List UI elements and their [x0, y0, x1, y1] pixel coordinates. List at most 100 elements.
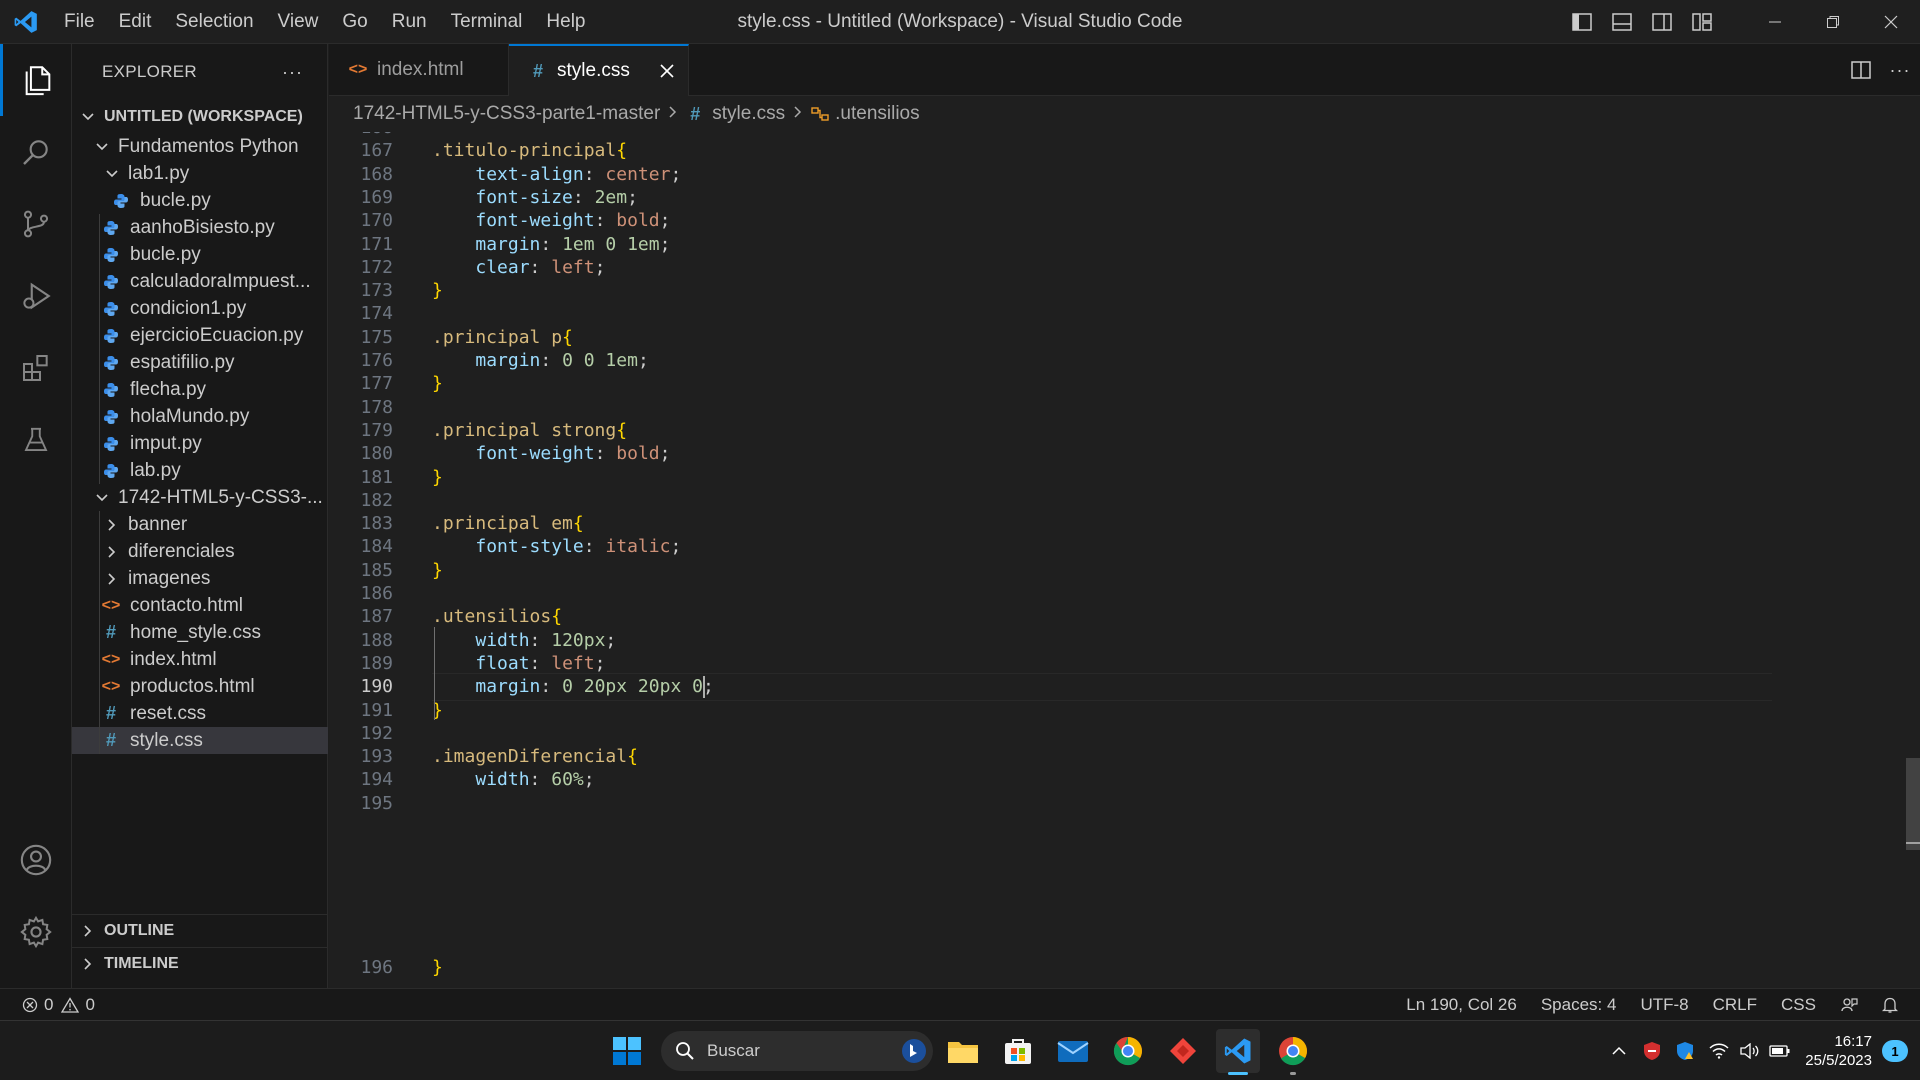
- editor-tabs: <> index.html # style.css ···: [329, 44, 1920, 96]
- menu-view[interactable]: View: [266, 0, 331, 44]
- tab-style-css[interactable]: # style.css: [509, 44, 689, 96]
- testing-icon[interactable]: [0, 404, 72, 476]
- tree-file[interactable]: # home_style.css: [72, 619, 328, 646]
- toggle-primary-sidebar-icon[interactable]: [1562, 0, 1602, 44]
- feedback-icon[interactable]: [1828, 996, 1870, 1014]
- tab-index-html[interactable]: <> index.html: [329, 44, 509, 96]
- tree-file[interactable]: imput.py: [72, 430, 328, 457]
- accounts-icon[interactable]: [0, 824, 72, 896]
- tree-file[interactable]: calculadoraImpuest...: [72, 268, 328, 295]
- file-explorer-icon[interactable]: [941, 1029, 985, 1073]
- source-control-icon[interactable]: [0, 188, 72, 260]
- wifi-icon[interactable]: [1703, 1043, 1735, 1059]
- breadcrumb-symbol[interactable]: .utensilios: [835, 103, 920, 125]
- volume-icon[interactable]: [1735, 1043, 1765, 1059]
- tree-file[interactable]: bucle.py: [72, 187, 328, 214]
- vscode-logo-icon[interactable]: [0, 0, 52, 44]
- tree-file[interactable]: lab.py: [72, 457, 328, 484]
- breadcrumb-folder[interactable]: 1742-HTML5-y-CSS3-parte1-master: [353, 103, 660, 125]
- tree-folder[interactable]: diferenciales: [72, 538, 328, 565]
- tree-folder[interactable]: banner: [72, 511, 328, 538]
- menu-selection[interactable]: Selection: [163, 0, 265, 44]
- code-token: ;: [670, 536, 682, 557]
- tree-folder[interactable]: 1742-HTML5-y-CSS3-...: [72, 484, 328, 511]
- clock[interactable]: 16:17 25/5/2023: [1795, 1032, 1882, 1070]
- search-icon[interactable]: [0, 116, 72, 188]
- vertical-scrollbar[interactable]: [1906, 132, 1920, 988]
- close-window-icon[interactable]: [1862, 0, 1920, 44]
- menu-terminal[interactable]: Terminal: [439, 0, 535, 44]
- tree-file[interactable]: <> contacto.html: [72, 592, 328, 619]
- tree-file[interactable]: <> productos.html: [72, 673, 328, 700]
- explorer-more-actions-icon[interactable]: ···: [282, 62, 303, 83]
- notification-badge[interactable]: 1: [1882, 1040, 1908, 1062]
- bing-icon[interactable]: [901, 1038, 927, 1064]
- breadcrumb-file[interactable]: style.css: [712, 103, 785, 125]
- microsoft-store-icon[interactable]: [996, 1029, 1040, 1073]
- tree-file[interactable]: espatifilio.py: [72, 349, 328, 376]
- menu-help[interactable]: Help: [534, 0, 597, 44]
- chrome-icon[interactable]: [1271, 1029, 1315, 1075]
- code-editor[interactable]: 166 167.titulo-principal{168 text-align:…: [329, 132, 1920, 988]
- tree-file[interactable]: # reset.css: [72, 700, 328, 727]
- menu-file[interactable]: File: [52, 0, 107, 44]
- split-editor-icon[interactable]: [1842, 61, 1880, 79]
- notifications-bell-icon[interactable]: [1870, 996, 1910, 1014]
- taskbar-search[interactable]: Buscar: [661, 1031, 933, 1071]
- outline-section[interactable]: OUTLINE: [72, 914, 328, 947]
- close-tab-icon[interactable]: [660, 64, 674, 78]
- battery-icon[interactable]: [1765, 1044, 1795, 1058]
- tree-folder[interactable]: lab1.py: [72, 160, 328, 187]
- tree-file[interactable]: flecha.py: [72, 376, 328, 403]
- toggle-panel-icon[interactable]: [1602, 0, 1642, 44]
- explorer-icon[interactable]: [0, 44, 72, 116]
- tree-item-label: reset.css: [130, 702, 207, 724]
- tree-file[interactable]: aanhoBisiesto.py: [72, 214, 328, 241]
- indentation[interactable]: Spaces: 4: [1529, 995, 1629, 1015]
- restore-icon[interactable]: [1804, 0, 1862, 44]
- code-token: text-align: [475, 164, 584, 185]
- tree-file[interactable]: <> index.html: [72, 646, 328, 673]
- scrollbar-thumb[interactable]: [1906, 758, 1920, 850]
- defender-shield-icon[interactable]: [1669, 1041, 1703, 1061]
- extensions-icon[interactable]: [0, 332, 72, 404]
- more-actions-icon[interactable]: ···: [1880, 60, 1920, 81]
- problems-indicator[interactable]: 0 0: [0, 995, 95, 1015]
- chrome-icon[interactable]: [1106, 1029, 1150, 1073]
- mail-icon[interactable]: [1051, 1029, 1095, 1073]
- minimize-icon[interactable]: [1746, 0, 1804, 44]
- windows-start-icon[interactable]: [605, 1029, 649, 1073]
- tree-file[interactable]: condicion1.py: [72, 295, 328, 322]
- tree-file[interactable]: # style.css: [72, 727, 328, 754]
- menu-edit[interactable]: Edit: [107, 0, 164, 44]
- cursor-position[interactable]: Ln 190, Col 26: [1394, 995, 1529, 1015]
- tree-file[interactable]: ejercicioEcuacion.py: [72, 322, 328, 349]
- anydesk-icon[interactable]: [1161, 1029, 1205, 1073]
- menu-go[interactable]: Go: [330, 0, 379, 44]
- toggle-secondary-sidebar-icon[interactable]: [1642, 0, 1682, 44]
- encoding[interactable]: UTF-8: [1628, 995, 1700, 1015]
- tree-folder[interactable]: imagenes: [72, 565, 328, 592]
- tree-file[interactable]: bucle.py: [72, 241, 328, 268]
- end-of-line[interactable]: CRLF: [1701, 995, 1769, 1015]
- css-hash-icon: #: [105, 730, 116, 750]
- tree-file[interactable]: holaMundo.py: [72, 403, 328, 430]
- tree-folder[interactable]: Fundamentos Python: [72, 133, 328, 160]
- manage-gear-icon[interactable]: [0, 896, 72, 968]
- python-file-icon: [102, 409, 120, 425]
- warning-count: 0: [85, 994, 95, 1014]
- customize-layout-icon[interactable]: [1682, 0, 1722, 44]
- code-token: :: [529, 630, 552, 651]
- chevron-up-icon[interactable]: [1603, 1046, 1635, 1056]
- chevron-right-icon: [793, 103, 803, 125]
- vscode-taskbar-icon[interactable]: [1216, 1029, 1260, 1075]
- language-mode[interactable]: CSS: [1769, 995, 1828, 1015]
- menu-run[interactable]: Run: [380, 0, 439, 44]
- workspace-root[interactable]: UNTITLED (WORKSPACE): [72, 100, 328, 133]
- run-debug-icon[interactable]: [0, 260, 72, 332]
- antivirus-shield-icon[interactable]: [1635, 1041, 1669, 1061]
- timeline-section[interactable]: TIMELINE: [72, 947, 328, 980]
- html-icon: <>: [101, 677, 121, 695]
